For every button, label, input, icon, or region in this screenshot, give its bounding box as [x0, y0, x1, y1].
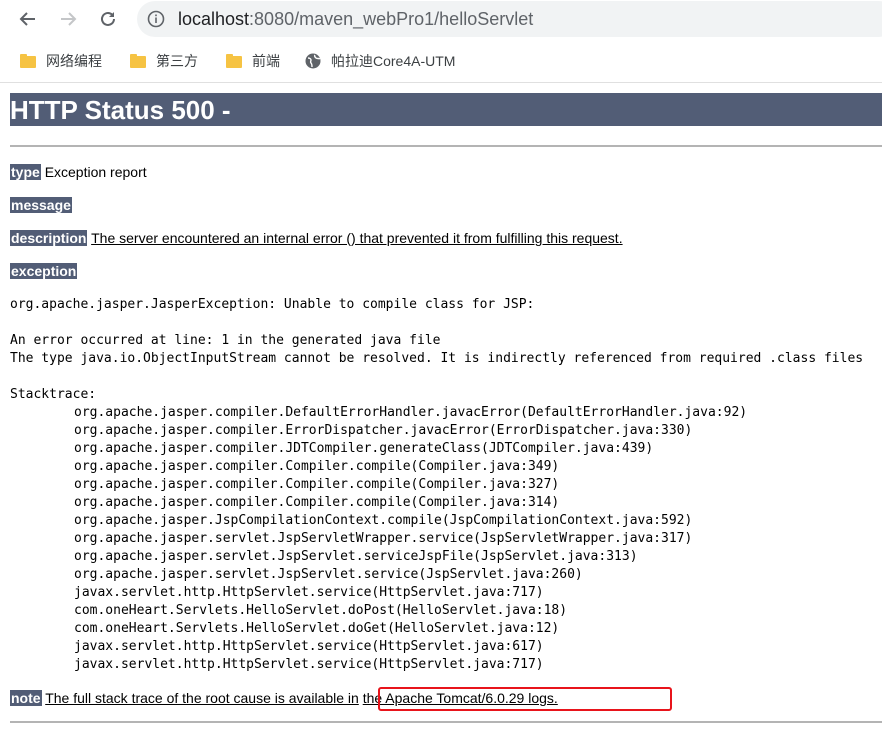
exception-label: exception	[10, 263, 78, 279]
stacktrace-line: org.apache.jasper.servlet.JspServlet.ser…	[74, 567, 583, 582]
folder-icon	[226, 54, 242, 68]
bookmark-label: 第三方	[156, 53, 198, 69]
stacktrace-line: com.oneHeart.Servlets.HelloServlet.doGet…	[74, 621, 560, 636]
bookmarks-bar: 网络编程 第三方 前端 帕拉迪Core4A-UTM	[0, 38, 882, 83]
divider	[10, 145, 882, 147]
url-text[interactable]: localhost:8080/maven_webPro1/helloServle…	[178, 9, 533, 30]
red-highlight-box	[378, 687, 672, 711]
url-host: localhost	[178, 9, 250, 29]
type-label: type	[10, 164, 41, 180]
description-text: The server encountered an internal error…	[91, 230, 623, 246]
bookmark-label: 网络编程	[46, 53, 102, 69]
address-bar[interactable]: localhost:8080/maven_webPro1/helloServle…	[137, 1, 882, 37]
globe-icon	[305, 53, 321, 69]
reload-button[interactable]	[96, 7, 120, 31]
description-label: description	[10, 230, 88, 246]
bookmark-label: 帕拉迪Core4A-UTM	[331, 53, 456, 69]
message-label: message	[10, 197, 72, 213]
stacktrace-line: org.apache.jasper.compiler.DefaultErrorH…	[74, 405, 748, 420]
page-content: HTTP Status 500 - type Exception report …	[0, 83, 882, 733]
stacktrace-label: Stacktrace:	[10, 387, 97, 402]
url-path: :8080/maven_webPro1/helloServlet	[249, 9, 534, 29]
stacktrace-line: org.apache.jasper.compiler.Compiler.comp…	[74, 495, 560, 510]
stacktrace-line: javax.servlet.http.HttpServlet.service(H…	[74, 639, 544, 654]
error-line-1: An error occurred at line: 1 in the gene…	[10, 333, 441, 348]
arrow-left-icon	[19, 12, 35, 26]
info-icon[interactable]	[147, 10, 165, 28]
page-title: HTTP Status 500 -	[10, 93, 882, 126]
reload-icon	[101, 11, 115, 26]
stacktrace-line: org.apache.jasper.servlet.JspServlet.ser…	[74, 549, 638, 564]
type-row: type Exception report	[10, 163, 147, 182]
forward-button[interactable]	[56, 7, 80, 31]
stacktrace-line: org.apache.jasper.compiler.Compiler.comp…	[74, 459, 560, 474]
exception-row: exception	[10, 262, 78, 281]
description-row: description The server encountered an in…	[10, 229, 623, 248]
bookmark-folder-thirdparty[interactable]: 第三方	[130, 50, 198, 72]
exception-message: org.apache.jasper.JasperException: Unabl…	[10, 297, 535, 312]
bookmark-utm[interactable]: 帕拉迪Core4A-UTM	[305, 50, 455, 72]
stacktrace-line: javax.servlet.http.HttpServlet.service(H…	[74, 585, 544, 600]
browser-toolbar: localhost:8080/maven_webPro1/helloServle…	[0, 0, 882, 38]
stacktrace-line: com.oneHeart.Servlets.HelloServlet.doPos…	[74, 603, 568, 618]
folder-icon	[130, 54, 146, 68]
back-button[interactable]	[16, 7, 40, 31]
stacktrace-line: javax.servlet.http.HttpServlet.service(H…	[74, 657, 544, 672]
note-text: The full stack trace of the root cause i…	[45, 690, 359, 706]
arrow-right-icon	[61, 12, 77, 26]
type-value: Exception report	[44, 164, 147, 180]
bookmark-label: 前端	[252, 53, 280, 69]
stacktrace-line: org.apache.jasper.compiler.ErrorDispatch…	[74, 423, 693, 438]
stacktrace-line: org.apache.jasper.servlet.JspServletWrap…	[74, 531, 693, 546]
stacktrace-line: org.apache.jasper.compiler.Compiler.comp…	[74, 477, 560, 492]
folder-icon	[20, 54, 36, 68]
message-row: message	[10, 196, 72, 215]
divider	[10, 721, 882, 723]
error-line-2: The type java.io.ObjectInputStream canno…	[10, 351, 864, 366]
note-label: note	[10, 690, 42, 706]
stacktrace-line: org.apache.jasper.JspCompilationContext.…	[74, 513, 693, 528]
stacktrace-line: org.apache.jasper.compiler.JDTCompiler.g…	[74, 441, 654, 456]
bookmark-folder-frontend[interactable]: 前端	[226, 50, 280, 72]
bookmark-folder-network[interactable]: 网络编程	[20, 50, 102, 72]
